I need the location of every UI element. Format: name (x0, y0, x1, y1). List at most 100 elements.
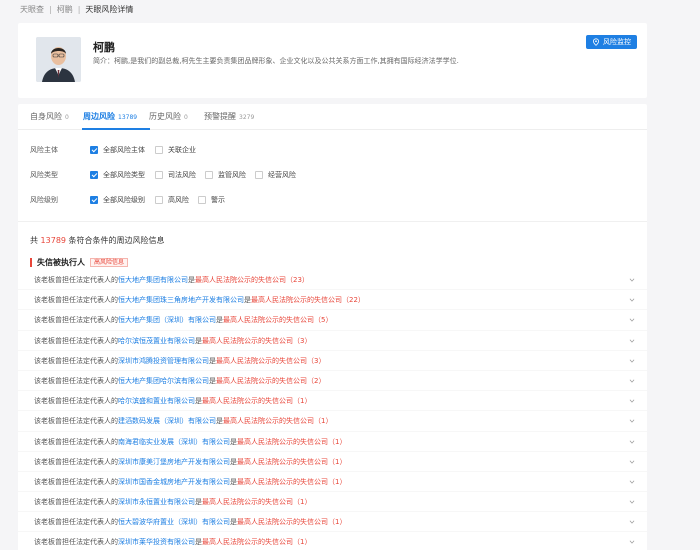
location-pin-icon (593, 38, 599, 46)
chevron-down-icon[interactable] (629, 378, 635, 384)
company-link[interactable]: 深圳市鸿腾投资管理有限公司 (118, 357, 209, 365)
checkbox-checked[interactable] (90, 171, 98, 179)
chevron-down-icon[interactable] (629, 439, 635, 445)
company-link[interactable]: 深圳市康美汀堡房地产开发有限公司 (118, 458, 230, 466)
breadcrumb-item-person[interactable]: 柯鹏 (57, 5, 73, 14)
tab-count: 0 (65, 114, 69, 121)
tab-count: 13789 (118, 114, 138, 121)
checkbox-checked[interactable] (90, 146, 98, 154)
company-link[interactable]: 恒大碧波华府置业（深圳）有限公司 (118, 518, 230, 526)
company-link[interactable]: 建滔数码发展（深圳）有限公司 (118, 417, 216, 425)
risk-type-text: 最高人民法院公示的失信公司 (237, 437, 328, 446)
filter-option-related-companies[interactable]: 关联企业 (155, 144, 196, 156)
chevron-down-icon[interactable] (629, 479, 635, 485)
list-item[interactable]: 该老板曾担任法定代表人的恒大地产集团珠三角房地产开发有限公司是最高人民法院公示的… (18, 290, 647, 311)
filter-option-label: 全部风险类型 (103, 171, 145, 179)
list-item[interactable]: 该老板曾担任法定代表人的恒大地产集团有限公司是最高人民法院公示的失信公司（23） (18, 270, 647, 291)
risk-count: （1） (314, 417, 333, 426)
row-prefix-text: 该老板曾担任法定代表人的 (34, 538, 118, 547)
breadcrumb-item-home[interactable]: 天眼查 (20, 5, 44, 14)
company-link[interactable]: 恒大地产集团珠三角房地产开发有限公司 (118, 296, 244, 304)
chevron-down-icon[interactable] (629, 358, 635, 364)
filter-option-label: 经营风险 (268, 171, 296, 179)
list-item[interactable]: 该老板曾担任法定代表人的恒大碧波华府置业（深圳）有限公司是最高人民法院公示的失信… (18, 512, 647, 533)
chevron-down-icon[interactable] (629, 499, 635, 505)
row-prefix-text: 该老板曾担任法定代表人的 (34, 457, 118, 466)
filter-option-regulatory-risk[interactable]: 监管风险 (205, 169, 246, 181)
result-summary: 共 13789 条符合条件的周边风险信息 (30, 235, 165, 246)
chevron-down-icon[interactable] (629, 398, 635, 404)
checkbox[interactable] (155, 196, 163, 204)
avatar (36, 37, 81, 82)
row-connector-text: 是 (230, 457, 237, 466)
list-item[interactable]: 该老板曾担任法定代表人的恒大地产集团哈尔滨有限公司是最高人民法院公示的失信公司（… (18, 371, 647, 392)
checkbox[interactable] (255, 171, 263, 179)
checkbox-checked[interactable] (90, 196, 98, 204)
risk-type-text: 最高人民法院公示的失信公司 (223, 316, 314, 325)
risk-type-text: 最高人民法院公示的失信公司 (202, 498, 293, 507)
list-item[interactable]: 该老板曾担任法定代表人的深圳市国香金城房地产开发有限公司是最高人民法院公示的失信… (18, 472, 647, 493)
tab-self-risk[interactable]: 自身风险 0 (30, 111, 69, 122)
risk-count: （1） (328, 477, 347, 486)
list-item[interactable]: 该老板曾担任法定代表人的深圳市康美汀堡房地产开发有限公司是最高人民法院公示的失信… (18, 452, 647, 472)
filter-option-business-risk[interactable]: 经营风险 (255, 169, 296, 181)
company-link[interactable]: 恒大地产集团哈尔滨有限公司 (118, 377, 209, 385)
list-item[interactable]: 该老板曾担任法定代表人的哈尔滨盛和置业有限公司是最高人民法院公示的失信公司（1） (18, 391, 647, 412)
list-item[interactable]: 该老板曾担任法定代表人的哈尔滨恒茂置业有限公司是最高人民法院公示的失信公司（3） (18, 331, 647, 351)
tab-history-risk[interactable]: 历史风险 0 (149, 111, 188, 122)
row-connector-text: 是 (230, 518, 237, 527)
chevron-down-icon[interactable] (629, 459, 635, 465)
chevron-down-icon[interactable] (629, 277, 635, 283)
chevron-down-icon[interactable] (629, 519, 635, 525)
chevron-down-icon[interactable] (629, 418, 635, 424)
list-item[interactable]: 该老板曾担任法定代表人的深圳市鸿腾投资管理有限公司是最高人民法院公示的失信公司（… (18, 351, 647, 371)
row-prefix-text: 该老板曾担任法定代表人的 (34, 376, 118, 385)
list-item[interactable]: 该老板曾担任法定代表人的恒大地产集团（深圳）有限公司是最高人民法院公示的失信公司… (18, 310, 647, 331)
company-link[interactable]: 恒大地产集团（深圳）有限公司 (118, 316, 216, 324)
filter-label: 风险主体 (30, 146, 58, 154)
breadcrumb: 天眼查 | 柯鹏 | 天眼风险详情 (20, 4, 133, 16)
chevron-down-icon[interactable] (629, 338, 635, 344)
chevron-down-icon[interactable] (629, 317, 635, 323)
risk-type-text: 最高人民法院公示的失信公司 (216, 376, 307, 385)
risk-count: （1） (293, 498, 312, 507)
summary-suffix: 条符合条件的周边风险信息 (68, 236, 165, 245)
filter-option-label: 全部风险级别 (103, 196, 145, 204)
company-link[interactable]: 南海君临实业发展（深圳）有限公司 (118, 438, 230, 446)
chevron-down-icon[interactable] (629, 539, 635, 545)
company-link[interactable]: 恒大地产集团有限公司 (118, 276, 188, 284)
filter-option-high-risk[interactable]: 高风险 (155, 194, 189, 206)
filter-option-all-levels[interactable]: 全部风险级别 (90, 194, 145, 206)
risk-type-text: 最高人民法院公示的失信公司 (237, 518, 328, 527)
filter-option-warning[interactable]: 警示 (198, 194, 225, 206)
tab-count: 0 (184, 114, 188, 121)
list-item[interactable]: 该老板曾担任法定代表人的南海君临实业发展（深圳）有限公司是最高人民法院公示的失信… (18, 432, 647, 452)
tab-label: 历史风险 (149, 112, 181, 121)
filter-label: 风险级别 (30, 196, 58, 204)
checkbox[interactable] (155, 171, 163, 179)
list-item[interactable]: 该老板曾担任法定代表人的深圳市莱华投资有限公司是最高人民法院公示的失信公司（1） (18, 532, 647, 550)
list-item[interactable]: 该老板曾担任法定代表人的深圳市永恒置业有限公司是最高人民法院公示的失信公司（1） (18, 492, 647, 513)
list-item[interactable]: 该老板曾担任法定代表人的建滔数码发展（深圳）有限公司是最高人民法院公示的失信公司… (18, 411, 647, 432)
company-link[interactable]: 深圳市永恒置业有限公司 (118, 498, 195, 506)
divider (18, 221, 647, 222)
row-prefix-text: 该老板曾担任法定代表人的 (34, 417, 118, 426)
high-risk-badge: 高风险信息 (90, 257, 129, 267)
filter-option-all-types[interactable]: 全部风险类型 (90, 169, 145, 181)
company-link[interactable]: 哈尔滨盛和置业有限公司 (118, 397, 195, 405)
filter-label: 风险类型 (30, 171, 58, 179)
filter-option-label: 警示 (211, 196, 225, 204)
checkbox[interactable] (205, 171, 213, 179)
risk-monitor-button[interactable]: 风险监控 (586, 35, 637, 49)
checkbox[interactable] (198, 196, 206, 204)
filter-option-all-subjects[interactable]: 全部风险主体 (90, 144, 145, 156)
checkbox[interactable] (155, 146, 163, 154)
filter-option-judicial-risk[interactable]: 司法风险 (155, 169, 196, 181)
company-link[interactable]: 深圳市莱华投资有限公司 (118, 538, 195, 546)
company-link[interactable]: 深圳市国香金城房地产开发有限公司 (118, 478, 230, 486)
risk-type-text: 最高人民法院公示的失信公司 (237, 477, 328, 486)
tab-warning-alert[interactable]: 预警提醒 3279 (204, 111, 254, 122)
chevron-down-icon[interactable] (629, 297, 635, 303)
tab-surrounding-risk[interactable]: 周边风险 13789 (83, 111, 137, 122)
company-link[interactable]: 哈尔滨恒茂置业有限公司 (118, 337, 195, 345)
